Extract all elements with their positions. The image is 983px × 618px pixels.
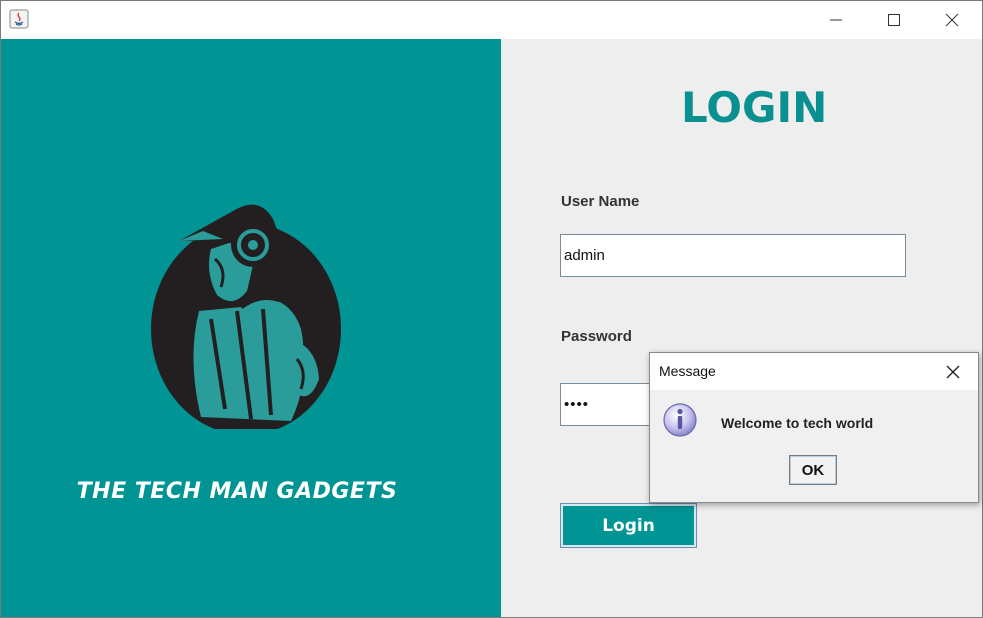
info-icon xyxy=(662,402,698,438)
maximize-icon xyxy=(888,14,900,26)
ok-button[interactable]: OK xyxy=(789,455,837,485)
login-panel: LOGIN User Name Password Login xyxy=(501,39,982,617)
dialog-title-bar[interactable]: Message xyxy=(650,353,978,390)
maximize-button[interactable] xyxy=(865,1,923,39)
username-label: User Name xyxy=(561,193,640,210)
minimize-icon xyxy=(830,19,842,21)
close-icon xyxy=(946,365,960,379)
page-title: LOGIN xyxy=(681,83,828,132)
tech-man-logo xyxy=(141,189,351,435)
brand-name: THE TECH MAN GADGETS xyxy=(76,479,398,504)
dialog-close-button[interactable] xyxy=(940,359,966,385)
password-label: Password xyxy=(561,328,632,345)
branding-panel: THE TECH MAN GADGETS xyxy=(1,39,501,617)
app-window: THE TECH MAN GADGETS LOGIN User Name Pas… xyxy=(0,0,983,618)
dialog-title: Message xyxy=(659,363,716,379)
minimize-button[interactable] xyxy=(807,1,865,39)
dialog-message: Welcome to tech world xyxy=(721,415,874,431)
close-button[interactable] xyxy=(923,1,981,39)
close-icon xyxy=(945,13,959,27)
java-icon[interactable] xyxy=(9,9,29,29)
title-bar[interactable] xyxy=(1,1,982,39)
message-dialog: Message Welcome to tech world OK xyxy=(649,352,979,503)
login-button[interactable]: Login xyxy=(560,503,697,548)
username-input[interactable] xyxy=(560,234,906,277)
